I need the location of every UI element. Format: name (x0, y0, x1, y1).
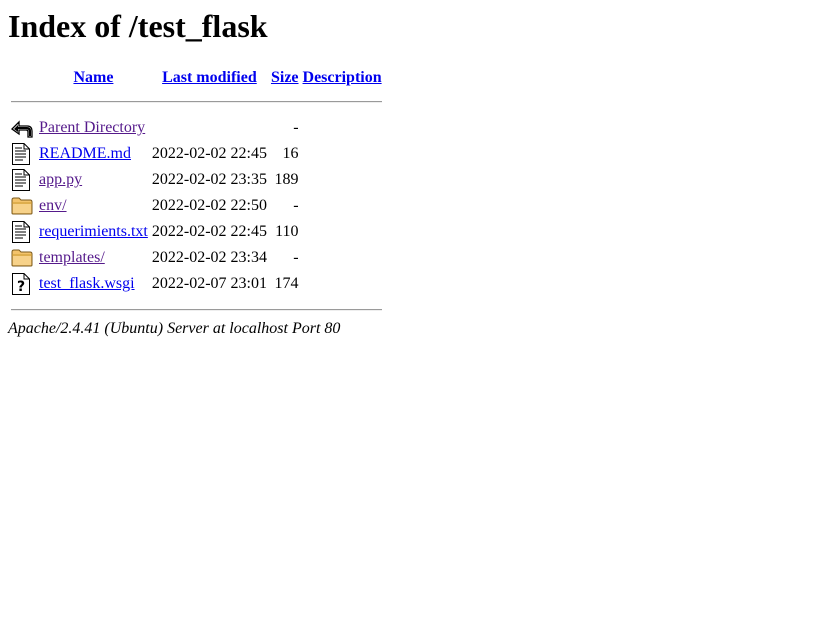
page-title: Index of /test_flask (8, 8, 268, 44)
last-modified-cell (151, 116, 268, 140)
entry-link-templates[interactable]: templates/ (39, 249, 105, 266)
svg-text:?: ? (17, 279, 25, 295)
last-modified-column-header: Last modified (151, 68, 268, 88)
footer-separator-row (10, 298, 383, 322)
description-cell (302, 168, 383, 192)
description-cell (302, 194, 383, 218)
last-modified-cell: 2022-02-02 22:50 (151, 197, 267, 214)
description-cell (302, 220, 383, 244)
table-row: README.md 2022-02-02 22:45 16 (10, 142, 383, 166)
folder-icon (11, 248, 35, 268)
folder-icon (11, 196, 35, 216)
entry-link-requerimients-txt[interactable]: requerimients.txt (39, 223, 148, 240)
entry-link-readme-md[interactable]: README.md (39, 145, 131, 162)
header-row: Name Last modified Size Description (10, 68, 383, 88)
entry-link-app-py[interactable]: app.py (39, 171, 82, 188)
size-column-header: Size (270, 68, 300, 88)
table-row: ? test_flask.wsgi 2022-02-07 23:01 174 (10, 272, 383, 296)
directory-listing: Name Last modified Size Description Pare… (8, 66, 385, 324)
server-signature: Apache/2.4.41 (Ubuntu) Server at localho… (8, 320, 341, 337)
table-row: templates/2022-02-02 23:34 - (10, 246, 383, 270)
separator (11, 101, 382, 103)
table-row: env/2022-02-02 22:50 - (10, 194, 383, 218)
back-icon (11, 117, 35, 139)
size-cell: 16 (282, 145, 299, 162)
entry-link-parent-directory[interactable]: Parent Directory (39, 119, 145, 136)
separator (11, 309, 382, 311)
last-modified-cell: 2022-02-07 23:01 (151, 275, 267, 292)
text-file-icon (11, 169, 35, 191)
text-file-icon (11, 221, 35, 243)
table-row: Parent Directory - (10, 116, 383, 140)
description-column-header: Description (302, 68, 383, 88)
text-file-icon (11, 143, 35, 165)
entry-link-env[interactable]: env/ (39, 197, 67, 214)
description-cell (302, 142, 383, 166)
entry-link-test-flask-wsgi[interactable]: test_flask.wsgi (39, 275, 135, 292)
sort-by-name-link[interactable]: Name (73, 69, 113, 86)
size-cell: 189 (274, 171, 299, 188)
size-cell: - (293, 119, 299, 136)
last-modified-cell: 2022-02-02 23:35 (151, 171, 267, 188)
icon-column-header (10, 68, 36, 88)
sort-by-description-link[interactable]: Description (303, 69, 382, 86)
description-cell (302, 272, 383, 296)
size-cell: 174 (274, 275, 299, 292)
last-modified-cell: 2022-02-02 22:45 (151, 145, 267, 162)
last-modified-cell: 2022-02-02 23:34 (151, 249, 267, 266)
size-cell: - (293, 249, 299, 266)
size-cell: 110 (275, 223, 299, 240)
last-modified-cell: 2022-02-02 22:45 (151, 223, 267, 240)
sort-by-last-modified-link[interactable]: Last modified (162, 69, 257, 86)
table-row: app.py 2022-02-02 23:35 189 (10, 168, 383, 192)
name-column-header: Name (38, 68, 149, 88)
table-row: requerimients.txt 2022-02-02 22:45 110 (10, 220, 383, 244)
size-cell: - (293, 197, 299, 214)
description-cell (302, 246, 383, 270)
sort-by-size-link[interactable]: Size (271, 69, 299, 86)
unknown-file-icon: ? (11, 273, 35, 295)
description-cell (302, 116, 383, 140)
header-separator-row (10, 90, 383, 114)
